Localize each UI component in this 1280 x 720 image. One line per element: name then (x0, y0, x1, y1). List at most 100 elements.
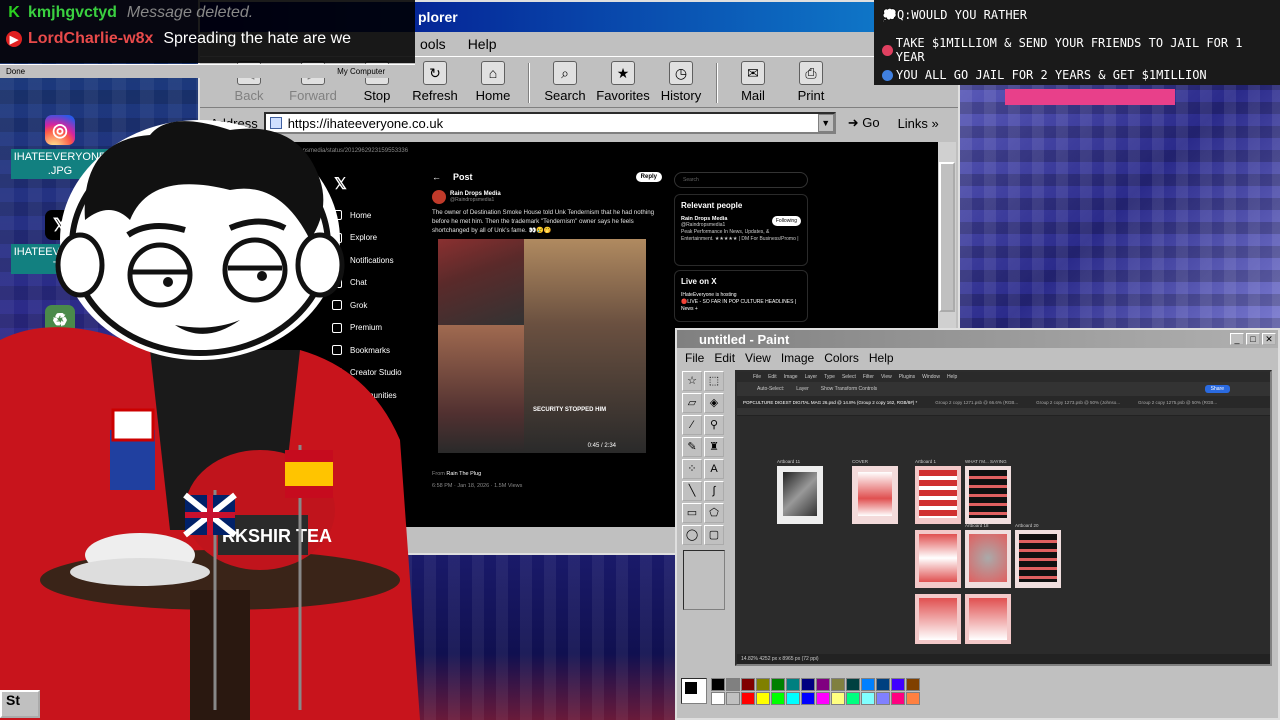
palette-color[interactable] (861, 678, 875, 691)
search-button[interactable]: ⌕ Search (536, 61, 594, 107)
chevron-down-icon[interactable]: ▼ (817, 114, 834, 132)
menu-image[interactable]: Image (781, 351, 814, 365)
palette-color[interactable] (786, 692, 800, 705)
palette-color[interactable] (831, 678, 845, 691)
text-icon[interactable]: A (704, 459, 724, 479)
tool-options[interactable] (683, 550, 725, 610)
share-button[interactable]: Share (1204, 385, 1230, 393)
desktop-icon-recycle-bin[interactable]: ♻ YOUR CO (10, 305, 110, 357)
palette-color[interactable] (846, 692, 860, 705)
home-icon (332, 210, 342, 221)
paint-window: untitled - Paint _ □ ✕ File Edit View Im… (675, 328, 1280, 720)
rectangle-icon[interactable]: ▭ (682, 503, 702, 523)
airbrush-icon[interactable]: ⁘ (682, 459, 702, 479)
palette-color[interactable] (711, 692, 725, 705)
x-logo-icon[interactable]: 𝕏 (334, 174, 432, 194)
x-search-input[interactable]: Search (674, 172, 808, 188)
x-nav-premium[interactable]: Premium (332, 317, 432, 340)
x-nav-bookmarks[interactable]: Bookmarks (332, 339, 432, 362)
print-button[interactable]: ⎙ Print (782, 61, 840, 107)
post-author[interactable]: Rain Drops Media @Raindropsmedia1 (432, 190, 662, 204)
live-desc[interactable]: 🔴LIVE - SO FAR IN POP CULTURE HEADLINES … (681, 299, 801, 313)
links-button[interactable]: Links » (892, 116, 945, 131)
palette-color[interactable] (741, 678, 755, 691)
rect-select-icon[interactable]: ⬚ (704, 371, 724, 391)
mail-button[interactable]: ✉ Mail (724, 61, 782, 107)
menu-help[interactable]: Help (468, 36, 497, 52)
brush-icon[interactable]: ♜ (704, 437, 724, 457)
palette-color[interactable] (831, 692, 845, 705)
x-nav-home[interactable]: Home (332, 204, 432, 227)
menu-view[interactable]: View (745, 351, 771, 365)
following-button[interactable]: Following (771, 216, 801, 226)
window-title: untitled - Paint (699, 331, 790, 347)
palette-color[interactable] (741, 692, 755, 705)
address-input[interactable]: https://ihateeveryone.co.uk ▼ (263, 112, 836, 134)
minimize-button[interactable]: _ (1230, 333, 1244, 345)
curve-icon[interactable]: ∫ (704, 481, 724, 501)
back-arrow-icon[interactable]: ← (432, 172, 441, 182)
polygon-icon[interactable]: ⬠ (704, 503, 724, 523)
palette-color[interactable] (876, 678, 890, 691)
scrollbar-thumb[interactable] (939, 162, 955, 312)
palette-color[interactable] (801, 678, 815, 691)
desktop-icon-x[interactable]: 𝕏 IHATEEVERYONE TX (10, 210, 110, 274)
rounded-rect-icon[interactable]: ▢ (704, 525, 724, 545)
palette-color[interactable] (846, 678, 860, 691)
x-nav-chat[interactable]: Chat (332, 272, 432, 295)
paint-menu-bar: File Edit View Image Colors Help (677, 348, 1278, 368)
current-colors[interactable] (681, 678, 707, 704)
photoshop-options-bar: Auto-Select: Layer Show Transform Controls… (737, 382, 1270, 396)
palette-color[interactable] (771, 678, 785, 691)
palette-color[interactable] (771, 692, 785, 705)
paint-title-bar[interactable]: untitled - Paint _ □ ✕ (677, 330, 1278, 348)
picker-icon[interactable]: ⁄ (682, 415, 702, 435)
menu-colors[interactable]: Colors (824, 351, 859, 365)
live-host: IHateEveryone is hosting (681, 292, 737, 298)
x-nav-notifications[interactable]: Notifications (332, 249, 432, 272)
palette-color[interactable] (876, 692, 890, 705)
favorites-button[interactable]: ★ Favorites (594, 61, 652, 107)
ellipse-icon[interactable]: ◯ (682, 525, 702, 545)
free-select-icon[interactable]: ☆ (682, 371, 702, 391)
menu-tools[interactable]: ools (420, 36, 446, 52)
palette-color[interactable] (756, 692, 770, 705)
palette-color[interactable] (906, 692, 920, 705)
palette-color[interactable] (756, 678, 770, 691)
pencil-icon[interactable]: ✎ (682, 437, 702, 457)
magnifier-icon[interactable]: ⚲ (704, 415, 724, 435)
start-button[interactable]: St (0, 690, 40, 718)
line-icon[interactable]: ╲ (682, 481, 702, 501)
menu-help[interactable]: Help (869, 351, 894, 365)
fill-icon[interactable]: ◈ (704, 393, 724, 413)
desktop-icon-label: IHATEEVERYONE TX (10, 244, 110, 274)
palette-color[interactable] (801, 692, 815, 705)
media-photo (438, 239, 524, 325)
palette-color[interactable] (726, 678, 740, 691)
palette-color[interactable] (786, 678, 800, 691)
palette-color[interactable] (711, 678, 725, 691)
paint-canvas[interactable]: File Edit Image Layer Type Select Filter View Pl… (735, 370, 1272, 666)
home-button[interactable]: ⌂ Home (464, 61, 522, 107)
palette-color[interactable] (816, 678, 830, 691)
palette-color[interactable] (726, 692, 740, 705)
reply-button[interactable]: Reply (635, 172, 662, 182)
desktop-icon-instagram[interactable]: ◎ IHATEEVERYONE .JPG (10, 115, 110, 179)
menu-file[interactable]: File (685, 351, 704, 365)
maximize-button[interactable]: □ (1246, 333, 1260, 345)
palette-color[interactable] (906, 678, 920, 691)
go-button[interactable]: ➜ Go (842, 115, 886, 131)
palette-color[interactable] (861, 692, 875, 705)
history-button[interactable]: ◷ History (652, 61, 710, 107)
x-nav-communities[interactable]: Communities (332, 384, 432, 407)
close-button[interactable]: ✕ (1262, 333, 1276, 345)
x-nav-grok[interactable]: Grok (332, 294, 432, 317)
x-nav-explore[interactable]: Explore (332, 227, 432, 250)
post-media[interactable]: SECURITY STOPPED HIM 0:45 / 2:34 (438, 239, 646, 453)
palette-color[interactable] (891, 692, 905, 705)
x-nav-creator-studio[interactable]: Creator Studio (332, 362, 432, 385)
palette-color[interactable] (816, 692, 830, 705)
eraser-icon[interactable]: ▱ (682, 393, 702, 413)
menu-edit[interactable]: Edit (714, 351, 735, 365)
palette-color[interactable] (891, 678, 905, 691)
